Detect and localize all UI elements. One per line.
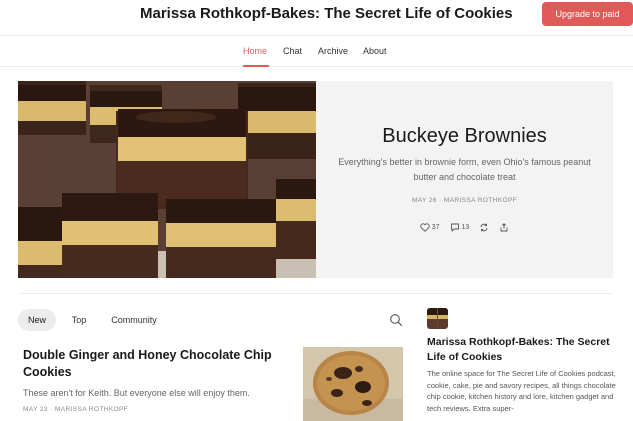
- featured-post-meta: MAY 26 · MARISSA ROTHKOPF: [411, 197, 518, 204]
- main-nav: Home Chat Archive About: [0, 37, 633, 67]
- post-title[interactable]: Double Ginger and Honey Chocolate Chip C…: [23, 347, 283, 381]
- share-icon: [500, 223, 508, 232]
- cookie-photo-icon: [303, 347, 403, 421]
- share-button[interactable]: [499, 223, 509, 232]
- comment-count: 13: [461, 224, 470, 231]
- comment-icon: [450, 223, 459, 232]
- heart-icon: [420, 223, 430, 232]
- post-subtitle: These aren't for Keith. But everyone els…: [23, 388, 250, 398]
- site-title[interactable]: Marissa Rothkopf-Bakes: The Secret Life …: [140, 5, 513, 22]
- nav-chat[interactable]: Chat: [283, 46, 302, 56]
- section-divider: [18, 293, 613, 294]
- featured-post-subtitle: Everything's better in brownie form, eve…: [338, 157, 591, 182]
- tab-new[interactable]: New: [18, 309, 56, 331]
- search-icon[interactable]: [389, 313, 403, 327]
- tab-community[interactable]: Community: [108, 309, 160, 331]
- featured-post-panel: Buckeye Brownies Everything's better in …: [316, 81, 613, 278]
- upgrade-to-paid-button[interactable]: Upgrade to paid: [542, 2, 633, 26]
- like-count: 37: [431, 224, 440, 231]
- publication-description: The online space for The Secret Life of …: [427, 369, 616, 413]
- post-meta: MAY 23 · MARISSA ROTHKOPF: [23, 406, 129, 413]
- publication-title[interactable]: Marissa Rothkopf-Bakes: The Secret Life …: [427, 335, 617, 365]
- nav-home[interactable]: Home: [243, 46, 267, 56]
- featured-post-title[interactable]: Buckeye Brownies: [316, 125, 613, 148]
- restack-button[interactable]: [479, 223, 489, 232]
- nav-active-indicator: [243, 65, 269, 67]
- brownie-avatar-icon: [427, 308, 448, 329]
- restack-icon: [480, 223, 488, 232]
- like-button[interactable]: 37: [420, 223, 440, 232]
- tab-top[interactable]: Top: [66, 309, 92, 331]
- post-thumbnail[interactable]: [303, 347, 403, 421]
- featured-post-image[interactable]: [18, 81, 316, 278]
- top-bar: Marissa Rothkopf-Bakes: The Secret Life …: [0, 0, 633, 36]
- brownie-photo-icon: [18, 81, 316, 278]
- comment-button[interactable]: 13: [450, 223, 470, 232]
- nav-about[interactable]: About: [363, 46, 387, 56]
- featured-post-actions: 37 13: [316, 223, 613, 232]
- nav-archive[interactable]: Archive: [318, 46, 348, 56]
- publication-avatar[interactable]: [427, 308, 448, 329]
